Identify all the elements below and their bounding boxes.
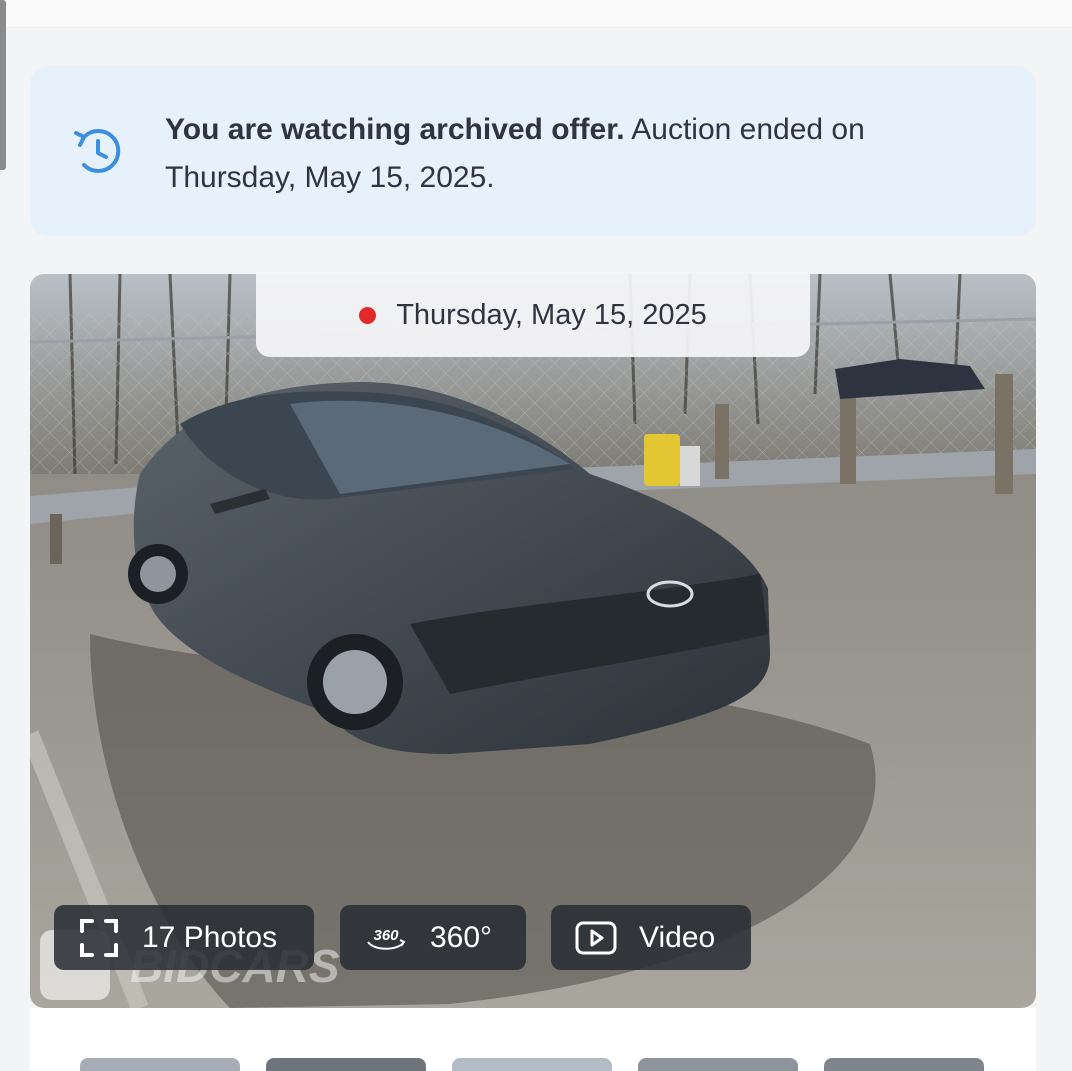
photos-button[interactable]: 17 Photos (54, 905, 314, 970)
thumbnail[interactable] (824, 1058, 984, 1071)
status-dot (359, 307, 377, 324)
photos-label: 17 Photos (142, 920, 278, 954)
fullscreen-icon (78, 917, 120, 959)
thumbnail[interactable] (266, 1058, 426, 1071)
360-badge-text: 360 (373, 927, 399, 944)
thumbnail[interactable] (638, 1058, 798, 1071)
play-icon (575, 921, 617, 955)
view-360-label: 360° (430, 920, 493, 954)
photo-gallery[interactable]: Thursday, May 15, 2025 BIDCARS 17 Photos… (30, 274, 1036, 1008)
car-photo[interactable] (30, 274, 1036, 1008)
thumbnail[interactable] (452, 1058, 612, 1071)
archived-notice-bold: You are watching archived offer. (165, 113, 625, 146)
thumbnail-strip (30, 1008, 1036, 1071)
video-label: Video (639, 920, 716, 954)
thumbnail[interactable] (80, 1058, 240, 1071)
video-button[interactable]: Video (551, 905, 751, 970)
top-bar (0, 0, 1072, 28)
history-icon (74, 129, 121, 173)
archived-notice-text: You are watching archived offer. Auction… (165, 106, 925, 202)
auction-date-pill: Thursday, May 15, 2025 (256, 274, 810, 357)
view-360-button[interactable]: 360 360° (340, 905, 526, 970)
scrollbar[interactable] (0, 0, 6, 170)
auction-date-label: Thursday, May 15, 2025 (396, 299, 707, 331)
360-view-icon: 360 (364, 923, 408, 953)
